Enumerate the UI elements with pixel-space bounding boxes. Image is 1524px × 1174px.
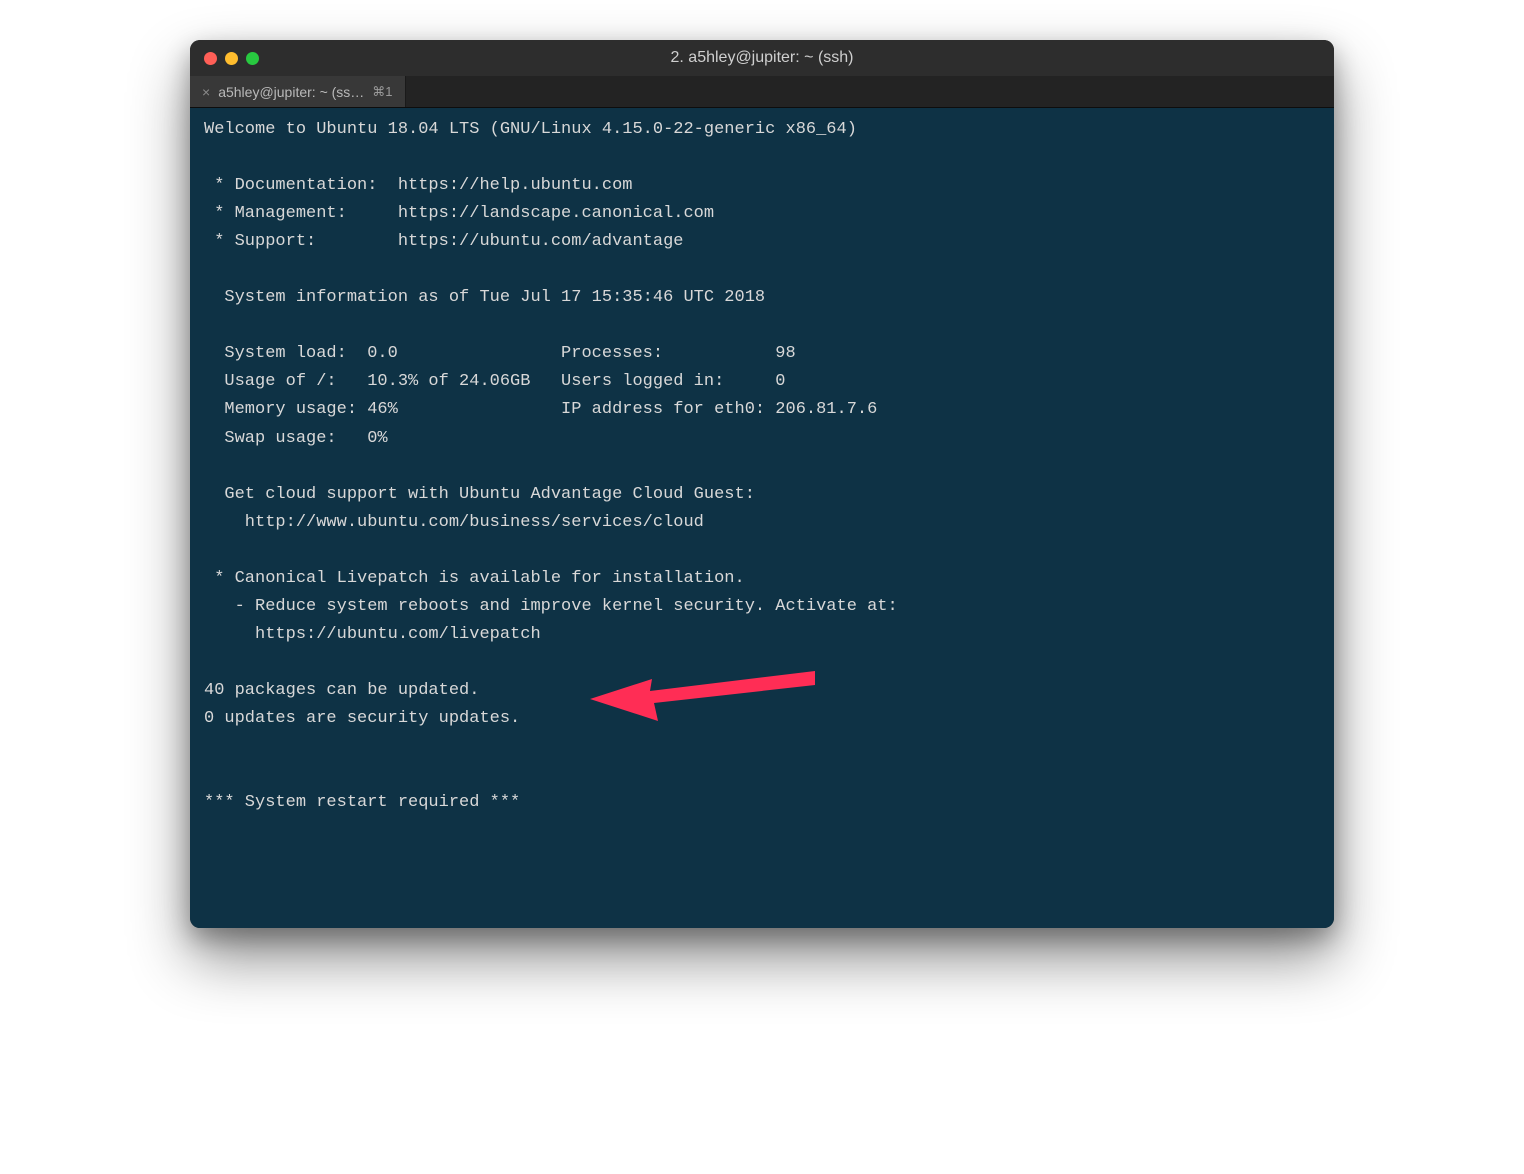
- tab-shortcut: ⌘1: [372, 84, 392, 100]
- livepatch-line-3: https://ubuntu.com/livepatch: [204, 625, 541, 644]
- sysinfo-row-2: Usage of /: 10.3% of 24.06GB Users logge…: [204, 372, 786, 391]
- tab-bar: × a5hley@jupiter: ~ (ss… ⌘1: [190, 76, 1334, 108]
- sysinfo-row-3: Memory usage: 46% IP address for eth0: 2…: [204, 400, 877, 419]
- annotation-arrow-icon: [590, 651, 820, 741]
- tab-ssh-session[interactable]: × a5hley@jupiter: ~ (ss… ⌘1: [190, 76, 406, 107]
- motd-mgmt-link: * Management: https://landscape.canonica…: [204, 204, 714, 223]
- updates-packages: 40 packages can be updated.: [204, 681, 479, 700]
- motd-welcome: Welcome to Ubuntu 18.04 LTS (GNU/Linux 4…: [204, 120, 857, 139]
- cloud-support-line-2: http://www.ubuntu.com/business/services/…: [204, 513, 704, 532]
- tab-label: a5hley@jupiter: ~ (ss…: [218, 84, 364, 100]
- window-titlebar[interactable]: 2. a5hley@jupiter: ~ (ssh): [190, 40, 1334, 76]
- cloud-support-line-1: Get cloud support with Ubuntu Advantage …: [204, 485, 755, 504]
- window-title: 2. a5hley@jupiter: ~ (ssh): [190, 49, 1334, 67]
- restart-required: *** System restart required ***: [204, 793, 520, 812]
- minimize-icon[interactable]: [225, 52, 238, 65]
- motd-doc-link: * Documentation: https://help.ubuntu.com: [204, 176, 632, 195]
- updates-security: 0 updates are security updates.: [204, 709, 520, 728]
- traffic-lights: [204, 52, 259, 65]
- livepatch-line-1: * Canonical Livepatch is available for i…: [204, 569, 745, 588]
- motd-support-link: * Support: https://ubuntu.com/advantage: [204, 232, 683, 251]
- close-tab-icon[interactable]: ×: [202, 85, 210, 99]
- close-icon[interactable]: [204, 52, 217, 65]
- sysinfo-row-4: Swap usage: 0%: [204, 429, 388, 448]
- livepatch-line-2: - Reduce system reboots and improve kern…: [204, 597, 898, 616]
- sysinfo-row-1: System load: 0.0 Processes: 98: [204, 344, 796, 363]
- sysinfo-header: System information as of Tue Jul 17 15:3…: [204, 288, 765, 307]
- maximize-icon[interactable]: [246, 52, 259, 65]
- terminal-window: 2. a5hley@jupiter: ~ (ssh) × a5hley@jupi…: [190, 40, 1334, 928]
- terminal-output[interactable]: Welcome to Ubuntu 18.04 LTS (GNU/Linux 4…: [190, 108, 1334, 928]
